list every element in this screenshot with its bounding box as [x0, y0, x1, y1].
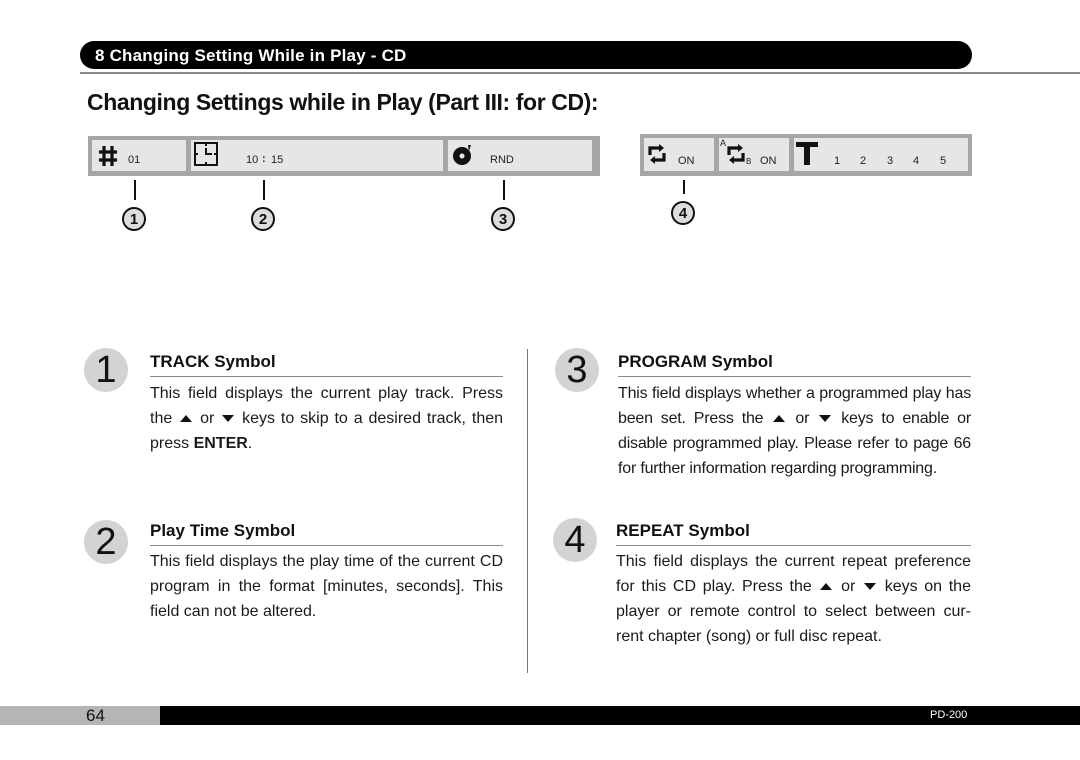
repeat-field: ON — [644, 138, 714, 171]
item-title: REPEAT Symbol — [616, 521, 750, 540]
model-label: PD-200 — [930, 709, 968, 721]
item-number-badge: 2 — [84, 520, 128, 564]
item-rule — [150, 376, 503, 377]
repeat-value: ON — [678, 155, 695, 167]
time-field: 10 : 15 — [191, 140, 443, 171]
enter-key-label: ENTER — [193, 435, 248, 452]
text-segment: or — [200, 410, 215, 427]
track-field: 01 — [92, 140, 186, 171]
callout-marker: 4 — [671, 201, 695, 225]
item-title: Play Time Symbol — [150, 521, 296, 540]
repeat-ab-value: ON — [760, 155, 777, 167]
title-number: 2 — [860, 155, 867, 167]
item-description: This field displays the current play tra… — [150, 381, 503, 456]
column-divider — [527, 349, 528, 673]
display-strip-right: ON A B ON 1 2 3 4 5 — [640, 134, 972, 176]
section-header-bar: 8 Changing Setting While in Play - CD — [80, 41, 972, 69]
title-number: 1 — [834, 155, 841, 167]
disc-icon — [453, 145, 471, 165]
repeat-ab-field: A B ON — [719, 138, 789, 171]
item-title: PROGRAM Symbol — [618, 352, 773, 371]
time-separator: : — [262, 153, 266, 165]
clock-icon — [194, 142, 218, 166]
item-rule — [150, 545, 503, 546]
down-arrow-icon — [222, 415, 235, 423]
display-strip-left: 01 10 : 15 RND — [88, 136, 600, 176]
item-number-badge: 3 — [555, 348, 599, 392]
item-number-badge: 1 — [84, 348, 128, 392]
item-title: TRACK Symbol — [150, 352, 276, 371]
callout-marker: 3 — [491, 207, 515, 231]
page-title: Changing Settings while in Play (Part II… — [87, 89, 599, 115]
time-minutes: 10 — [246, 154, 259, 166]
up-arrow-icon — [820, 583, 833, 591]
up-arrow-icon — [773, 415, 786, 423]
title-number: 5 — [940, 155, 947, 167]
t-bar-icon — [796, 142, 818, 165]
repeat-icon — [648, 144, 666, 164]
up-arrow-icon — [180, 415, 193, 423]
callout-leader — [503, 180, 505, 200]
item-description: This field displays the current repeat p… — [616, 549, 971, 649]
hash-icon — [99, 146, 117, 166]
repeat-ab-icon — [727, 144, 745, 164]
program-field: RND — [448, 140, 592, 171]
callout-marker: 1 — [122, 207, 146, 231]
footer-bar: PD-200 — [160, 706, 1080, 725]
section-label: 8 Changing Setting While in Play - CD — [95, 46, 407, 65]
track-value: 01 — [128, 154, 141, 166]
program-value: RND — [490, 154, 514, 166]
callout-marker: 2 — [251, 207, 275, 231]
title-number: 3 — [887, 155, 894, 167]
text-segment: . — [247, 435, 253, 452]
title-number: 4 — [913, 155, 920, 167]
item-rule — [616, 545, 971, 546]
down-arrow-icon — [819, 415, 832, 423]
item-description: This field displays the play time of the… — [150, 553, 503, 620]
text-segment: or — [795, 410, 810, 427]
item-rule — [618, 376, 971, 377]
title-select-field: 1 2 3 4 5 — [794, 138, 968, 171]
item-number-badge: 4 — [553, 518, 597, 562]
footer-page-tab: 64 — [0, 706, 160, 725]
callout-leader — [263, 180, 265, 200]
callout-leader — [683, 180, 685, 194]
page-number: 64 — [86, 706, 105, 725]
repeat-b-label: B — [746, 157, 752, 166]
callout-leader — [134, 180, 136, 200]
down-arrow-icon — [864, 583, 877, 591]
item-description: This field displays whether a programmed… — [618, 381, 971, 481]
time-seconds: 15 — [271, 154, 284, 166]
text-segment: or — [841, 578, 856, 595]
section-rule — [80, 72, 1080, 74]
